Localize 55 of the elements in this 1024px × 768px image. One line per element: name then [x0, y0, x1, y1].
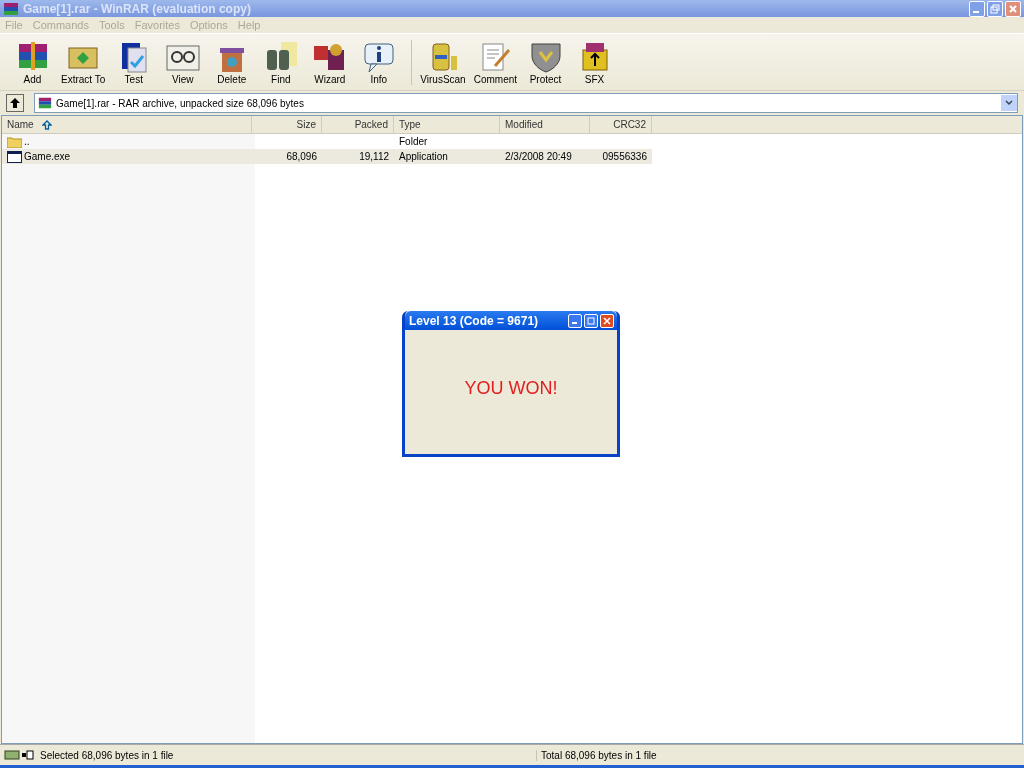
minimize-button[interactable]: [568, 313, 582, 328]
close-icon: [603, 316, 611, 325]
minimize-button[interactable]: [969, 0, 985, 17]
restore-icon: [990, 3, 1000, 14]
column-header[interactable]: Type: [394, 116, 500, 133]
toolbar-button[interactable]: SFX: [570, 39, 620, 85]
toolbar-button[interactable]: View: [158, 39, 208, 85]
message-text: YOU WON!: [464, 377, 558, 400]
minimize-icon: [973, 10, 979, 13]
chevron-down-icon: [1005, 100, 1013, 106]
table-cell: 19,112: [359, 151, 389, 162]
column-header[interactable]: Size: [252, 116, 322, 133]
close-icon: [1008, 3, 1018, 14]
table-cell: 09556336: [602, 151, 647, 162]
table-cell: 68,096: [286, 151, 317, 162]
books-icon: [38, 96, 52, 110]
toolbar-button[interactable]: Add: [8, 39, 57, 85]
table-cell: Application: [399, 151, 448, 162]
up-folder-button[interactable]: [6, 94, 24, 112]
window-title: Game[1].rar - WinRAR (evaluation copy): [23, 1, 252, 16]
toolbar-button[interactable]: Wizard: [305, 39, 355, 85]
close-button[interactable]: [1005, 0, 1021, 17]
column-header[interactable]: Modified: [500, 116, 590, 133]
maximize-button[interactable]: [584, 313, 598, 328]
address-field[interactable]: Game[1].rar - RAR archive, unpacked size 68,096 bytes: [34, 93, 1018, 113]
books-icon: [3, 0, 19, 17]
dropdown-button[interactable]: [1001, 95, 1017, 111]
column-header[interactable]: Name: [2, 116, 252, 133]
toolbar-button[interactable]: Comment: [469, 39, 522, 85]
table-cell: Folder: [399, 136, 428, 147]
table-cell: ..: [24, 136, 30, 147]
toolbar-button[interactable]: VirusScan: [411, 39, 470, 85]
column-header[interactable]: Packed: [322, 116, 394, 133]
close-button[interactable]: [600, 313, 614, 328]
drive-icon: [4, 749, 34, 761]
table-cell: 2/3/2008 20:49: [505, 151, 572, 162]
column-header[interactable]: CRC32: [590, 116, 652, 133]
toolbar-button[interactable]: Info: [354, 39, 404, 85]
toolbar-button[interactable]: Extract To: [57, 39, 110, 85]
dialog-title: Level 13 (Code = 9671): [409, 313, 540, 328]
status-text: Total 68,096 bytes in 1 file: [536, 749, 657, 761]
status-text: Selected 68,096 bytes in 1 file: [40, 749, 175, 761]
toolbar-button[interactable]: Test: [109, 39, 159, 85]
up-arrow-icon: [9, 97, 21, 109]
file-row[interactable]: Game.exe 68,096 19,112 Application 2/3/2008 20:49 09556336: [2, 149, 652, 164]
restore-button[interactable]: [987, 0, 1003, 17]
toolbar-button[interactable]: Find: [256, 39, 306, 85]
toolbar-button[interactable]: Protect: [521, 39, 571, 85]
toolbar-button[interactable]: Delete: [207, 39, 257, 85]
maximize-icon: [587, 316, 595, 325]
window-icon: [7, 150, 22, 163]
table-cell: Game.exe: [24, 151, 71, 162]
minimize-icon: [571, 322, 577, 324]
file-row[interactable]: .. Folder: [2, 134, 652, 149]
sort-arrow-icon: [41, 119, 52, 130]
